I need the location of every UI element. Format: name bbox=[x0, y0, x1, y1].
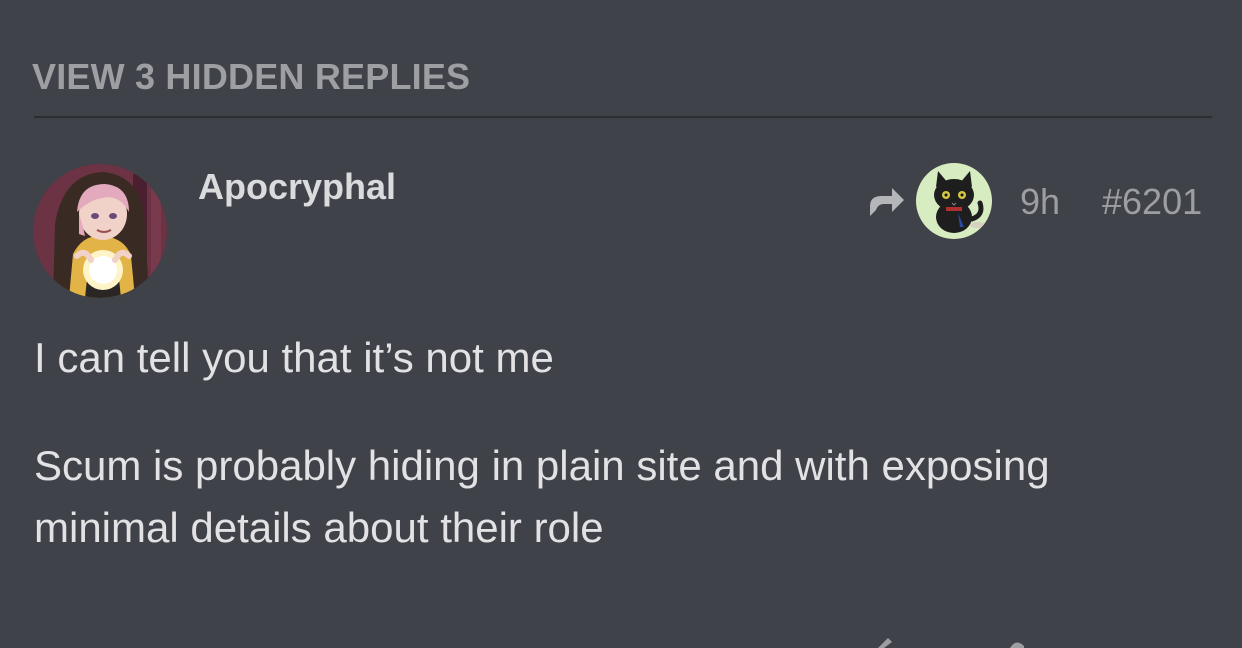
post-paragraph: I can tell you that it’s not me bbox=[34, 334, 554, 381]
hooded-figure-avatar-icon bbox=[33, 164, 167, 298]
avatar[interactable] bbox=[33, 164, 167, 298]
reply-arrow-icon[interactable] bbox=[864, 184, 908, 220]
post-username[interactable]: Apocryphal bbox=[198, 166, 396, 208]
post-actions-partial bbox=[870, 632, 1030, 648]
forum-page: VIEW 3 HIDDEN REPLIES Apocryphal 9h #620… bbox=[0, 0, 1242, 648]
black-cat-avatar-icon bbox=[916, 163, 992, 239]
view-hidden-replies-link[interactable]: VIEW 3 HIDDEN REPLIES bbox=[32, 56, 470, 98]
reply-to-avatar[interactable] bbox=[916, 163, 992, 239]
post-number-link[interactable]: #6201 bbox=[1102, 181, 1202, 223]
divider bbox=[34, 116, 1212, 118]
post-time[interactable]: 9h bbox=[1020, 181, 1060, 223]
post-paragraph: Scum is probably hiding in plain site an… bbox=[34, 442, 1050, 551]
